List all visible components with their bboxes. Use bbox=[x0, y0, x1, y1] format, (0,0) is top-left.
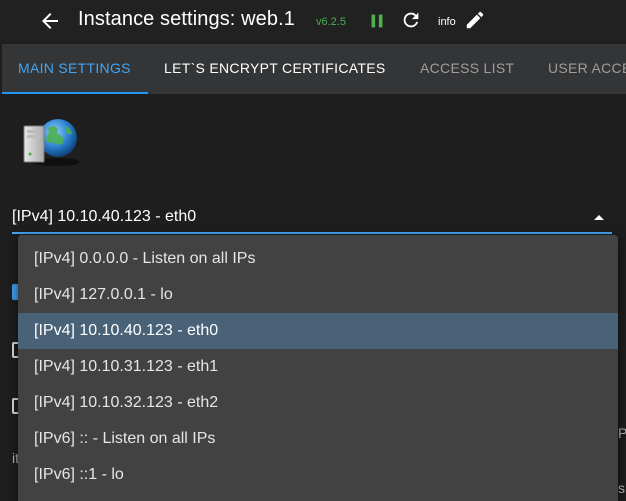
dropdown-option-selected[interactable]: [IPv4] 10.10.40.123 - eth0 bbox=[18, 313, 618, 349]
server-globe-icon bbox=[23, 119, 80, 166]
dropdown-option[interactable]: [IPv4] 10.10.31.123 - eth1 bbox=[18, 349, 618, 385]
version-label: v6.2.5 bbox=[316, 16, 346, 28]
pencil-icon[interactable] bbox=[464, 9, 486, 31]
arrow-left-icon[interactable] bbox=[38, 9, 62, 33]
bind-address-dropdown: [IPv4] 0.0.0.0 - Listen on all IPs [IPv4… bbox=[18, 235, 618, 501]
page-title: Instance settings: web.1 bbox=[78, 8, 295, 30]
tab-lets-encrypt[interactable]: Let`s Encrypt certificates bbox=[164, 44, 385, 94]
dropdown-option[interactable]: [IPv4] 10.10.32.123 - eth2 bbox=[18, 385, 618, 421]
settings-tabs: Main settings Let`s Encrypt certificates… bbox=[2, 44, 626, 94]
tab-access-list[interactable]: Access list bbox=[420, 44, 514, 94]
background-text-fragment: s bbox=[618, 480, 625, 496]
caret-up-icon[interactable] bbox=[594, 215, 604, 220]
bind-address-value: [IPv4] 10.10.40.123 - eth0 bbox=[12, 208, 197, 225]
dropdown-option[interactable]: [IPv4] 127.0.0.1 - lo bbox=[18, 277, 618, 313]
dropdown-option[interactable]: [IPv4] 0.0.0.0 - Listen on all IPs bbox=[18, 241, 618, 277]
tab-user-access[interactable]: User acce bbox=[548, 44, 626, 94]
app-header: Instance settings: web.1 v6.2.5 info bbox=[0, 0, 626, 42]
dropdown-option[interactable]: [IPv6] ::1 - lo bbox=[18, 457, 618, 493]
info-link[interactable]: info bbox=[438, 16, 456, 28]
dropdown-option[interactable]: [IPv6] :: - Listen on all IPs bbox=[18, 421, 618, 457]
pause-icon[interactable] bbox=[366, 10, 388, 32]
bind-address-select[interactable]: [IPv4] 10.10.40.123 - eth0 bbox=[12, 202, 612, 234]
tab-main-settings[interactable]: Main settings bbox=[18, 44, 131, 94]
refresh-icon[interactable] bbox=[400, 9, 422, 31]
background-text-fragment: P bbox=[618, 425, 626, 441]
